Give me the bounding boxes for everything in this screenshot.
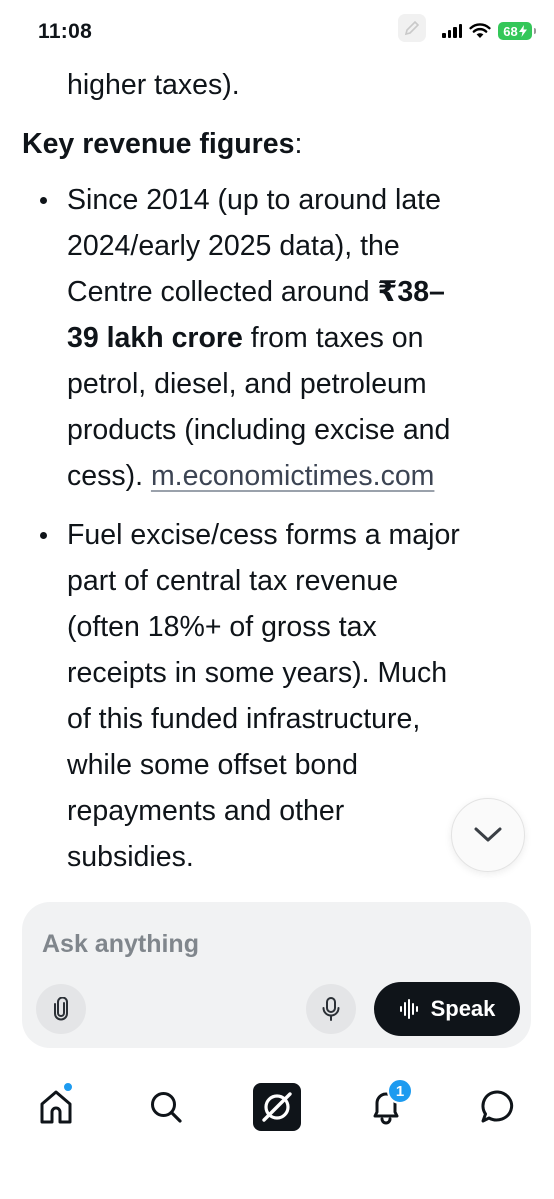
home-unread-dot (63, 1082, 73, 1092)
bullet-text: Since 2014 (up to around late 2024/early… (67, 177, 547, 499)
nav-grok[interactable] (252, 1082, 302, 1132)
grok-icon (253, 1083, 301, 1131)
bullet-line: products (including excise and (67, 414, 451, 446)
bullet-line: Since 2014 (up to around late (67, 184, 441, 216)
ask-input[interactable] (42, 922, 462, 966)
bullet-line: Fuel excise/cess forms a major (67, 519, 460, 551)
bullet-text-bold: 39 lakh crore (67, 322, 243, 354)
bullet-line: receipts in some years). Much (67, 657, 448, 689)
heading-colon: : (294, 128, 303, 160)
bullet-line: while some offset bond (67, 749, 358, 781)
continued-text-line: higher taxes). (67, 69, 240, 101)
speak-button[interactable]: Speak (374, 982, 520, 1036)
paperclip-icon (54, 997, 68, 1021)
bullet-line: 39 lakh crore from taxes on (67, 315, 547, 361)
microphone-button[interactable] (306, 984, 356, 1034)
bullet-text-normal: cess). (67, 460, 151, 492)
bullet-line: 2024/early 2025 data), the (67, 230, 400, 262)
bullet-line: petrol, diesel, and petroleum (67, 368, 427, 400)
chat-icon (481, 1090, 514, 1123)
bullet-line: part of central tax revenue (67, 565, 399, 597)
chevron-down-icon (474, 827, 502, 842)
home-icon (40, 1090, 72, 1124)
bullet-dot (40, 532, 47, 539)
heading-text: Key revenue figures (22, 128, 295, 160)
attach-button[interactable] (36, 984, 86, 1034)
status-time: 11:08 (38, 20, 93, 43)
status-bar: 11:08 68 (0, 0, 554, 54)
bullet-line: of this funded infrastructure, (67, 703, 421, 735)
nav-messages[interactable] (473, 1082, 523, 1132)
nav-home[interactable] (31, 1082, 81, 1132)
bullet-line: Centre collected around ₹38– (67, 269, 547, 315)
bullet-text-normal: Centre collected around (67, 276, 378, 308)
bottom-navigation: 1 (0, 1072, 554, 1142)
bullet-dot (40, 197, 47, 204)
battery-percent: 68 (503, 23, 518, 39)
bullet-line: (often 18%+ of gross tax (67, 611, 377, 643)
source-link[interactable]: m.economictimes.com (151, 460, 434, 492)
notification-count-badge: 1 (387, 1078, 413, 1104)
bullet-text-bold: ₹38– (377, 276, 445, 308)
section-heading: Key revenue figures: (22, 121, 302, 167)
scroll-down-button[interactable] (451, 798, 525, 872)
edit-icon[interactable] (398, 14, 426, 42)
bullet-text-normal: from taxes on (242, 322, 424, 354)
search-icon (151, 1092, 182, 1123)
battery-icon: 68 (498, 22, 536, 40)
home-indicator-area (0, 1150, 554, 1199)
wifi-icon (469, 23, 491, 38)
composer: Speak (22, 902, 531, 1048)
nav-notifications[interactable]: 1 (361, 1078, 413, 1132)
microphone-icon (322, 997, 340, 1021)
nav-search[interactable] (141, 1082, 191, 1132)
status-indicators: 68 (442, 22, 536, 40)
bullet-line: cess). m.economictimes.com (67, 453, 547, 499)
cellular-signal-icon (442, 24, 462, 38)
speak-label: Speak (430, 996, 496, 1021)
waveform-icon (399, 999, 418, 1019)
